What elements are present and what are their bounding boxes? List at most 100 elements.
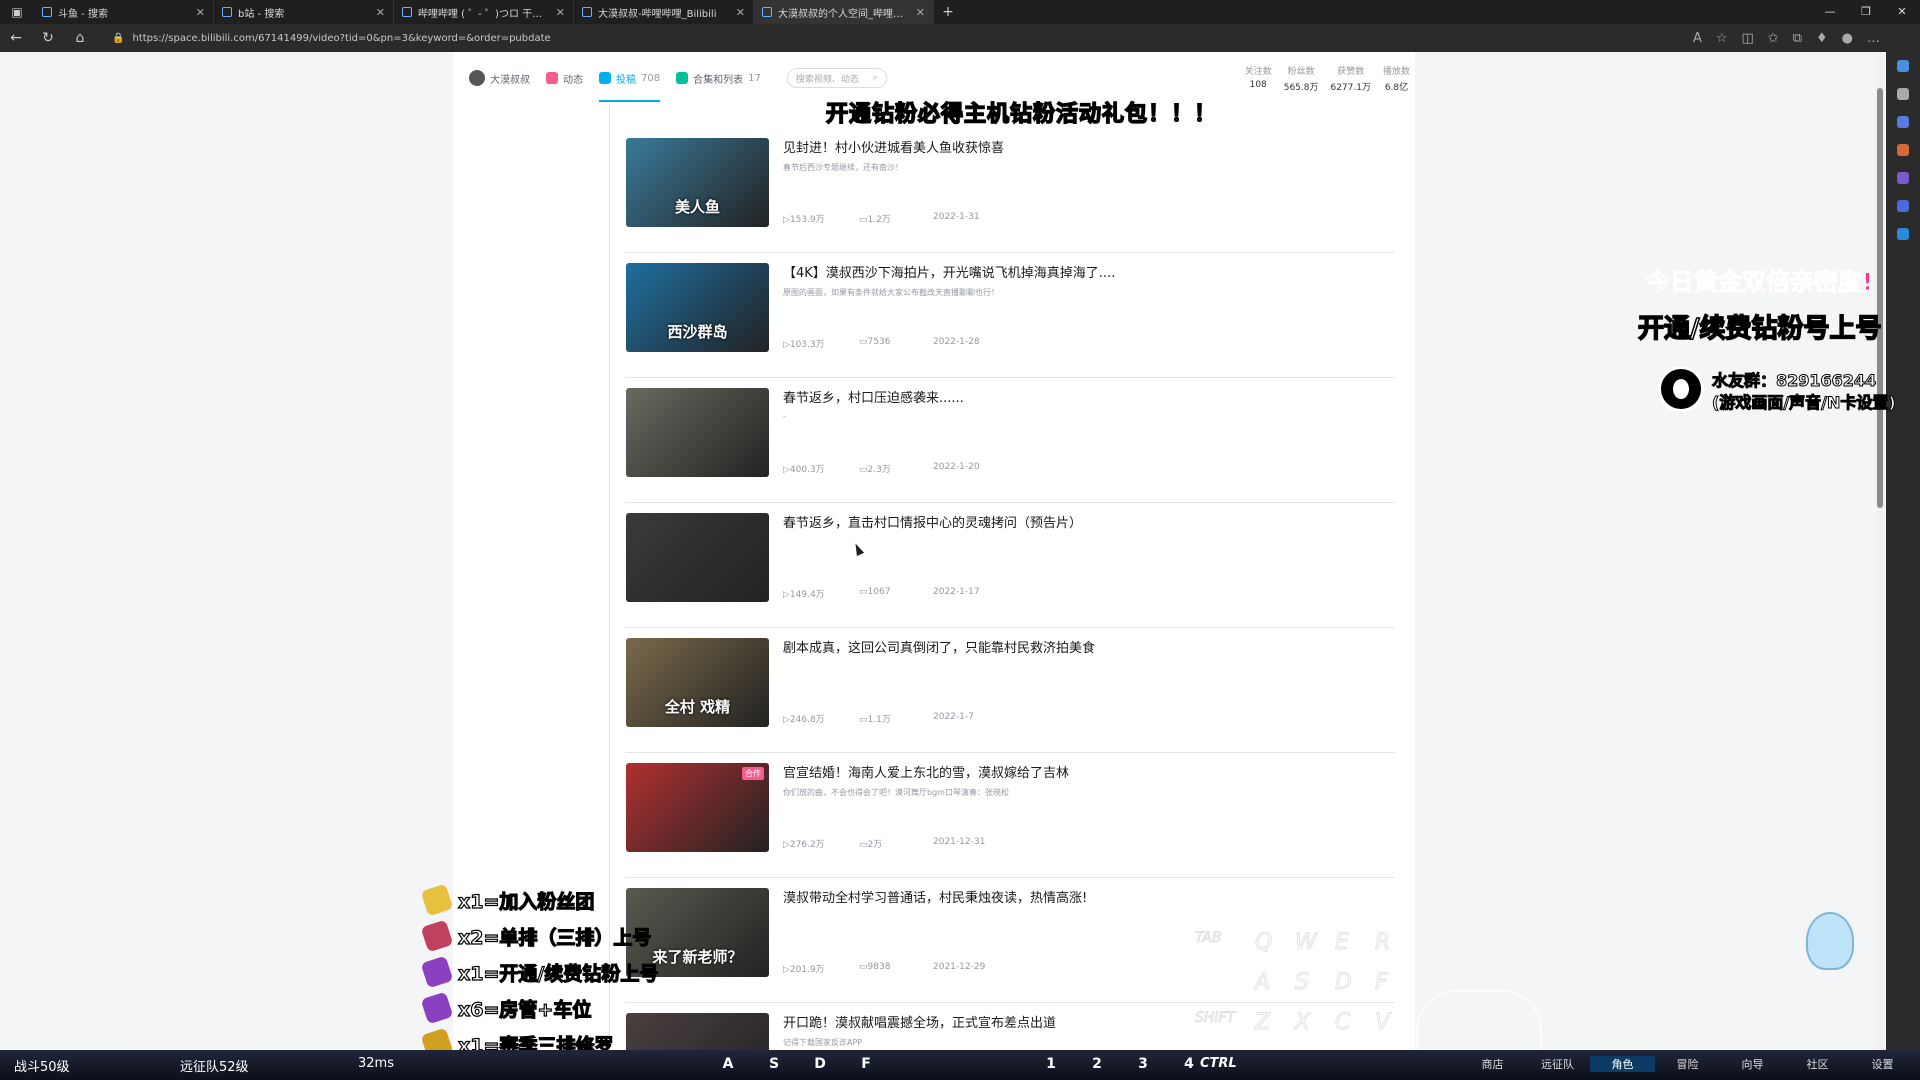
nav-dynamic[interactable]: 动态 bbox=[546, 52, 583, 104]
video-item[interactable]: 美人鱼 见封进！村小伙进城看美人鱼收获惊喜 春节后西沙专题继续，还有南沙！ ▷ 153… bbox=[625, 128, 1395, 253]
sidebar-tools-icon[interactable] bbox=[1897, 116, 1909, 128]
tab-actions-icon[interactable]: ▣ bbox=[0, 5, 34, 19]
close-icon[interactable]: ✕ bbox=[556, 6, 565, 19]
close-window-button[interactable]: ✕ bbox=[1884, 0, 1920, 24]
favorites-icon[interactable]: ✩ bbox=[1768, 31, 1779, 46]
video-title[interactable]: 见封进！村小伙进城看美人鱼收获惊喜 bbox=[783, 137, 1004, 156]
item-keys: 1234 bbox=[1028, 1056, 1212, 1072]
video-title[interactable]: 春节返乡，直击村口情报中心的灵魂拷问（预告片） bbox=[783, 512, 1082, 531]
key-s[interactable]: S bbox=[751, 1056, 797, 1072]
browser-tab[interactable]: 哔哩哔哩 ( ゜- ゜)つロ 干杯~-bili✕ bbox=[394, 0, 574, 24]
video-item[interactable]: 春节返乡，村口压迫感袭来...... - ▷ 400.3万 ▭ 2.3万 2022-1-… bbox=[625, 378, 1395, 503]
sidebar-office-icon[interactable] bbox=[1897, 144, 1909, 156]
video-title[interactable]: 漠叔带动全村学习普通话，村民秉烛夜读，热情高涨! bbox=[783, 887, 1087, 906]
avatar bbox=[469, 70, 485, 86]
key-f[interactable]: F bbox=[843, 1056, 889, 1072]
maximize-button[interactable]: ❐ bbox=[1848, 0, 1884, 24]
video-item[interactable]: 西沙群岛 【4K】漠叔西沙下海拍片，开光嘴说飞机掉海真掉海了.... 原图的画面，如… bbox=[625, 253, 1395, 378]
danmaku-icon: ▭ bbox=[859, 715, 868, 725]
home-icon[interactable]: ⌂ bbox=[64, 30, 96, 46]
stat-following[interactable]: 关注数 108 bbox=[1245, 64, 1272, 93]
video-title[interactable]: 官宣结婚！海南人爱上东北的雪，漠叔嫁给了吉林 bbox=[783, 762, 1069, 781]
page-scrollbar[interactable] bbox=[1876, 52, 1884, 1050]
back-icon[interactable]: ← bbox=[0, 30, 32, 46]
close-icon[interactable]: ✕ bbox=[196, 6, 205, 19]
danmaku-count: ▭ 2.3万 bbox=[859, 465, 891, 475]
favorite-star-icon[interactable]: ☆ bbox=[1716, 31, 1728, 46]
danmaku-count: ▭ 1067 bbox=[859, 587, 891, 597]
key-1[interactable]: 1 bbox=[1028, 1056, 1074, 1072]
game-menu-item[interactable]: 角色 bbox=[1590, 1056, 1655, 1072]
keyboard-key: A bbox=[1254, 970, 1271, 996]
game-menu-item[interactable]: 远征队 bbox=[1525, 1056, 1590, 1072]
game-menu-item[interactable]: 商店 bbox=[1460, 1056, 1525, 1072]
gift-icon bbox=[420, 991, 454, 1025]
search-icon[interactable]: ⌕ bbox=[873, 73, 878, 83]
key-3[interactable]: 3 bbox=[1120, 1056, 1166, 1072]
sidebar-outlook-icon[interactable] bbox=[1897, 228, 1909, 240]
video-item[interactable]: 全村 戏精 剧本成真，这回公司真倒闭了，只能靠村民救济拍美食 ▷ 246.8万 ▭ 1… bbox=[625, 628, 1395, 753]
video-thumbnail[interactable] bbox=[626, 388, 769, 477]
address-bar[interactable]: 🔒 https://space.bilibili.com/67141499/vi… bbox=[112, 33, 551, 44]
read-aloud-icon[interactable]: A bbox=[1693, 31, 1702, 46]
browser-tab[interactable]: b站 - 搜索 ✕ bbox=[214, 0, 394, 24]
video-thumbnail[interactable]: 美人鱼 bbox=[626, 138, 769, 227]
video-thumbnail[interactable] bbox=[626, 513, 769, 602]
profile-icon[interactable]: ● bbox=[1842, 31, 1853, 46]
video-meta: ▷ 246.8万 ▭ 1.1万 2022-1-7 bbox=[783, 712, 974, 725]
video-title[interactable]: 【4K】漠叔西沙下海拍片，开光嘴说飞机掉海真掉海了.... bbox=[783, 262, 1115, 281]
sidebar-discover-icon[interactable] bbox=[1897, 60, 1909, 72]
sidebar-search-icon[interactable] bbox=[1897, 88, 1909, 100]
close-icon[interactable]: ✕ bbox=[736, 6, 745, 19]
space-search-input[interactable]: 搜索视频、动态 ⌕ bbox=[786, 68, 887, 88]
collections-icon[interactable]: ⧉ bbox=[1793, 31, 1802, 46]
split-screen-icon[interactable]: ◫ bbox=[1742, 31, 1754, 46]
video-title[interactable]: 剧本成真，这回公司真倒闭了，只能靠村民救济拍美食 bbox=[783, 637, 1095, 656]
sidebar-games-icon[interactable] bbox=[1897, 172, 1909, 184]
minimize-button[interactable]: — bbox=[1812, 0, 1848, 24]
browser-tab-active[interactable]: 大漠叔叔的个人空间_哔哩哔哩_b ✕ bbox=[754, 0, 934, 24]
video-title[interactable]: 春节返乡，村口压迫感袭来...... bbox=[783, 387, 964, 406]
key-2[interactable]: 2 bbox=[1074, 1056, 1120, 1072]
game-menu-item[interactable]: 冒险 bbox=[1655, 1056, 1720, 1072]
video-item[interactable]: 春节返乡，直击村口情报中心的灵魂拷问（预告片） ▷ 149.4万 ▭ 1067 202… bbox=[625, 503, 1395, 628]
key-a[interactable]: A bbox=[705, 1056, 751, 1072]
nav-user[interactable]: 大漠叔叔 bbox=[469, 52, 530, 104]
key-ctrl[interactable]: CTRL bbox=[1200, 1056, 1237, 1071]
extensions-icon[interactable]: ♦ bbox=[1816, 31, 1828, 46]
game-menu-item[interactable]: 社区 bbox=[1785, 1056, 1850, 1072]
video-thumbnail[interactable]: 全村 戏精 bbox=[626, 638, 769, 727]
video-title[interactable]: 开口跪！漠叔献唱震撼全场，正式宣布差点出道 bbox=[783, 1012, 1056, 1031]
video-thumbnail[interactable]: 西沙群岛 bbox=[626, 263, 769, 352]
danmaku-icon: ▭ bbox=[859, 337, 868, 347]
browser-tab[interactable]: 大漠叔叔-哔哩哔哩_Bilibili ✕ bbox=[574, 0, 754, 24]
scrollbar-thumb[interactable] bbox=[1877, 88, 1883, 508]
publish-date: 2022-1-20 bbox=[933, 462, 980, 472]
game-menu-item[interactable]: 设置 bbox=[1850, 1056, 1915, 1072]
video-item[interactable]: 来了新老师？ 漠叔带动全村学习普通话，村民秉烛夜读，热情高涨! ▷ 201.9万 ▭ … bbox=[625, 878, 1395, 1003]
video-thumbnail[interactable]: 合作 bbox=[626, 763, 769, 852]
game-menu-item[interactable]: 向导 bbox=[1720, 1056, 1785, 1072]
sidebar-math-icon[interactable] bbox=[1897, 200, 1909, 212]
key-d[interactable]: D bbox=[797, 1056, 843, 1072]
nav-uploads[interactable]: 投稿 708 bbox=[599, 52, 661, 104]
game-hud-bar: 战斗50级 远征队52级 32ms ASDF 1234 CTRL 商店 远征队 角色… bbox=[0, 1050, 1920, 1080]
mascot-icon bbox=[1806, 912, 1854, 970]
close-icon[interactable]: ✕ bbox=[376, 6, 385, 19]
play-icon: ▷ bbox=[783, 340, 790, 350]
stat-followers[interactable]: 粉丝数 565.8万 bbox=[1284, 64, 1319, 93]
publish-date: 2022-1-17 bbox=[933, 587, 980, 597]
video-item[interactable]: 开口跪！漠叔献唱震撼全场，正式宣布差点出道记得下载国家反诈APP▷ ▭ bbox=[625, 1003, 1395, 1050]
keyboard-key: V bbox=[1374, 1010, 1391, 1036]
stat-views: 播放数 6.8亿 bbox=[1382, 67, 1410, 93]
new-tab-button[interactable]: + bbox=[934, 4, 962, 20]
more-icon[interactable]: … bbox=[1867, 31, 1880, 46]
nav-collections[interactable]: 合集和列表 17 bbox=[676, 52, 761, 104]
close-icon[interactable]: ✕ bbox=[916, 6, 925, 19]
video-description: 你们放的曲，不会也得会了吧！漠河舞厅bgm口琴演奏：张晓松 bbox=[783, 788, 1009, 797]
video-item[interactable]: 合作 官宣结婚！海南人爱上东北的雪，漠叔嫁给了吉林你们放的曲，不会也得会了吧！漠河… bbox=[625, 753, 1395, 878]
refresh-icon[interactable]: ↻ bbox=[32, 30, 64, 46]
skill-keys: ASDF bbox=[705, 1056, 889, 1072]
browser-tab[interactable]: 斗鱼 - 搜索 ✕ bbox=[34, 0, 214, 24]
bilibili-icon bbox=[762, 7, 772, 17]
